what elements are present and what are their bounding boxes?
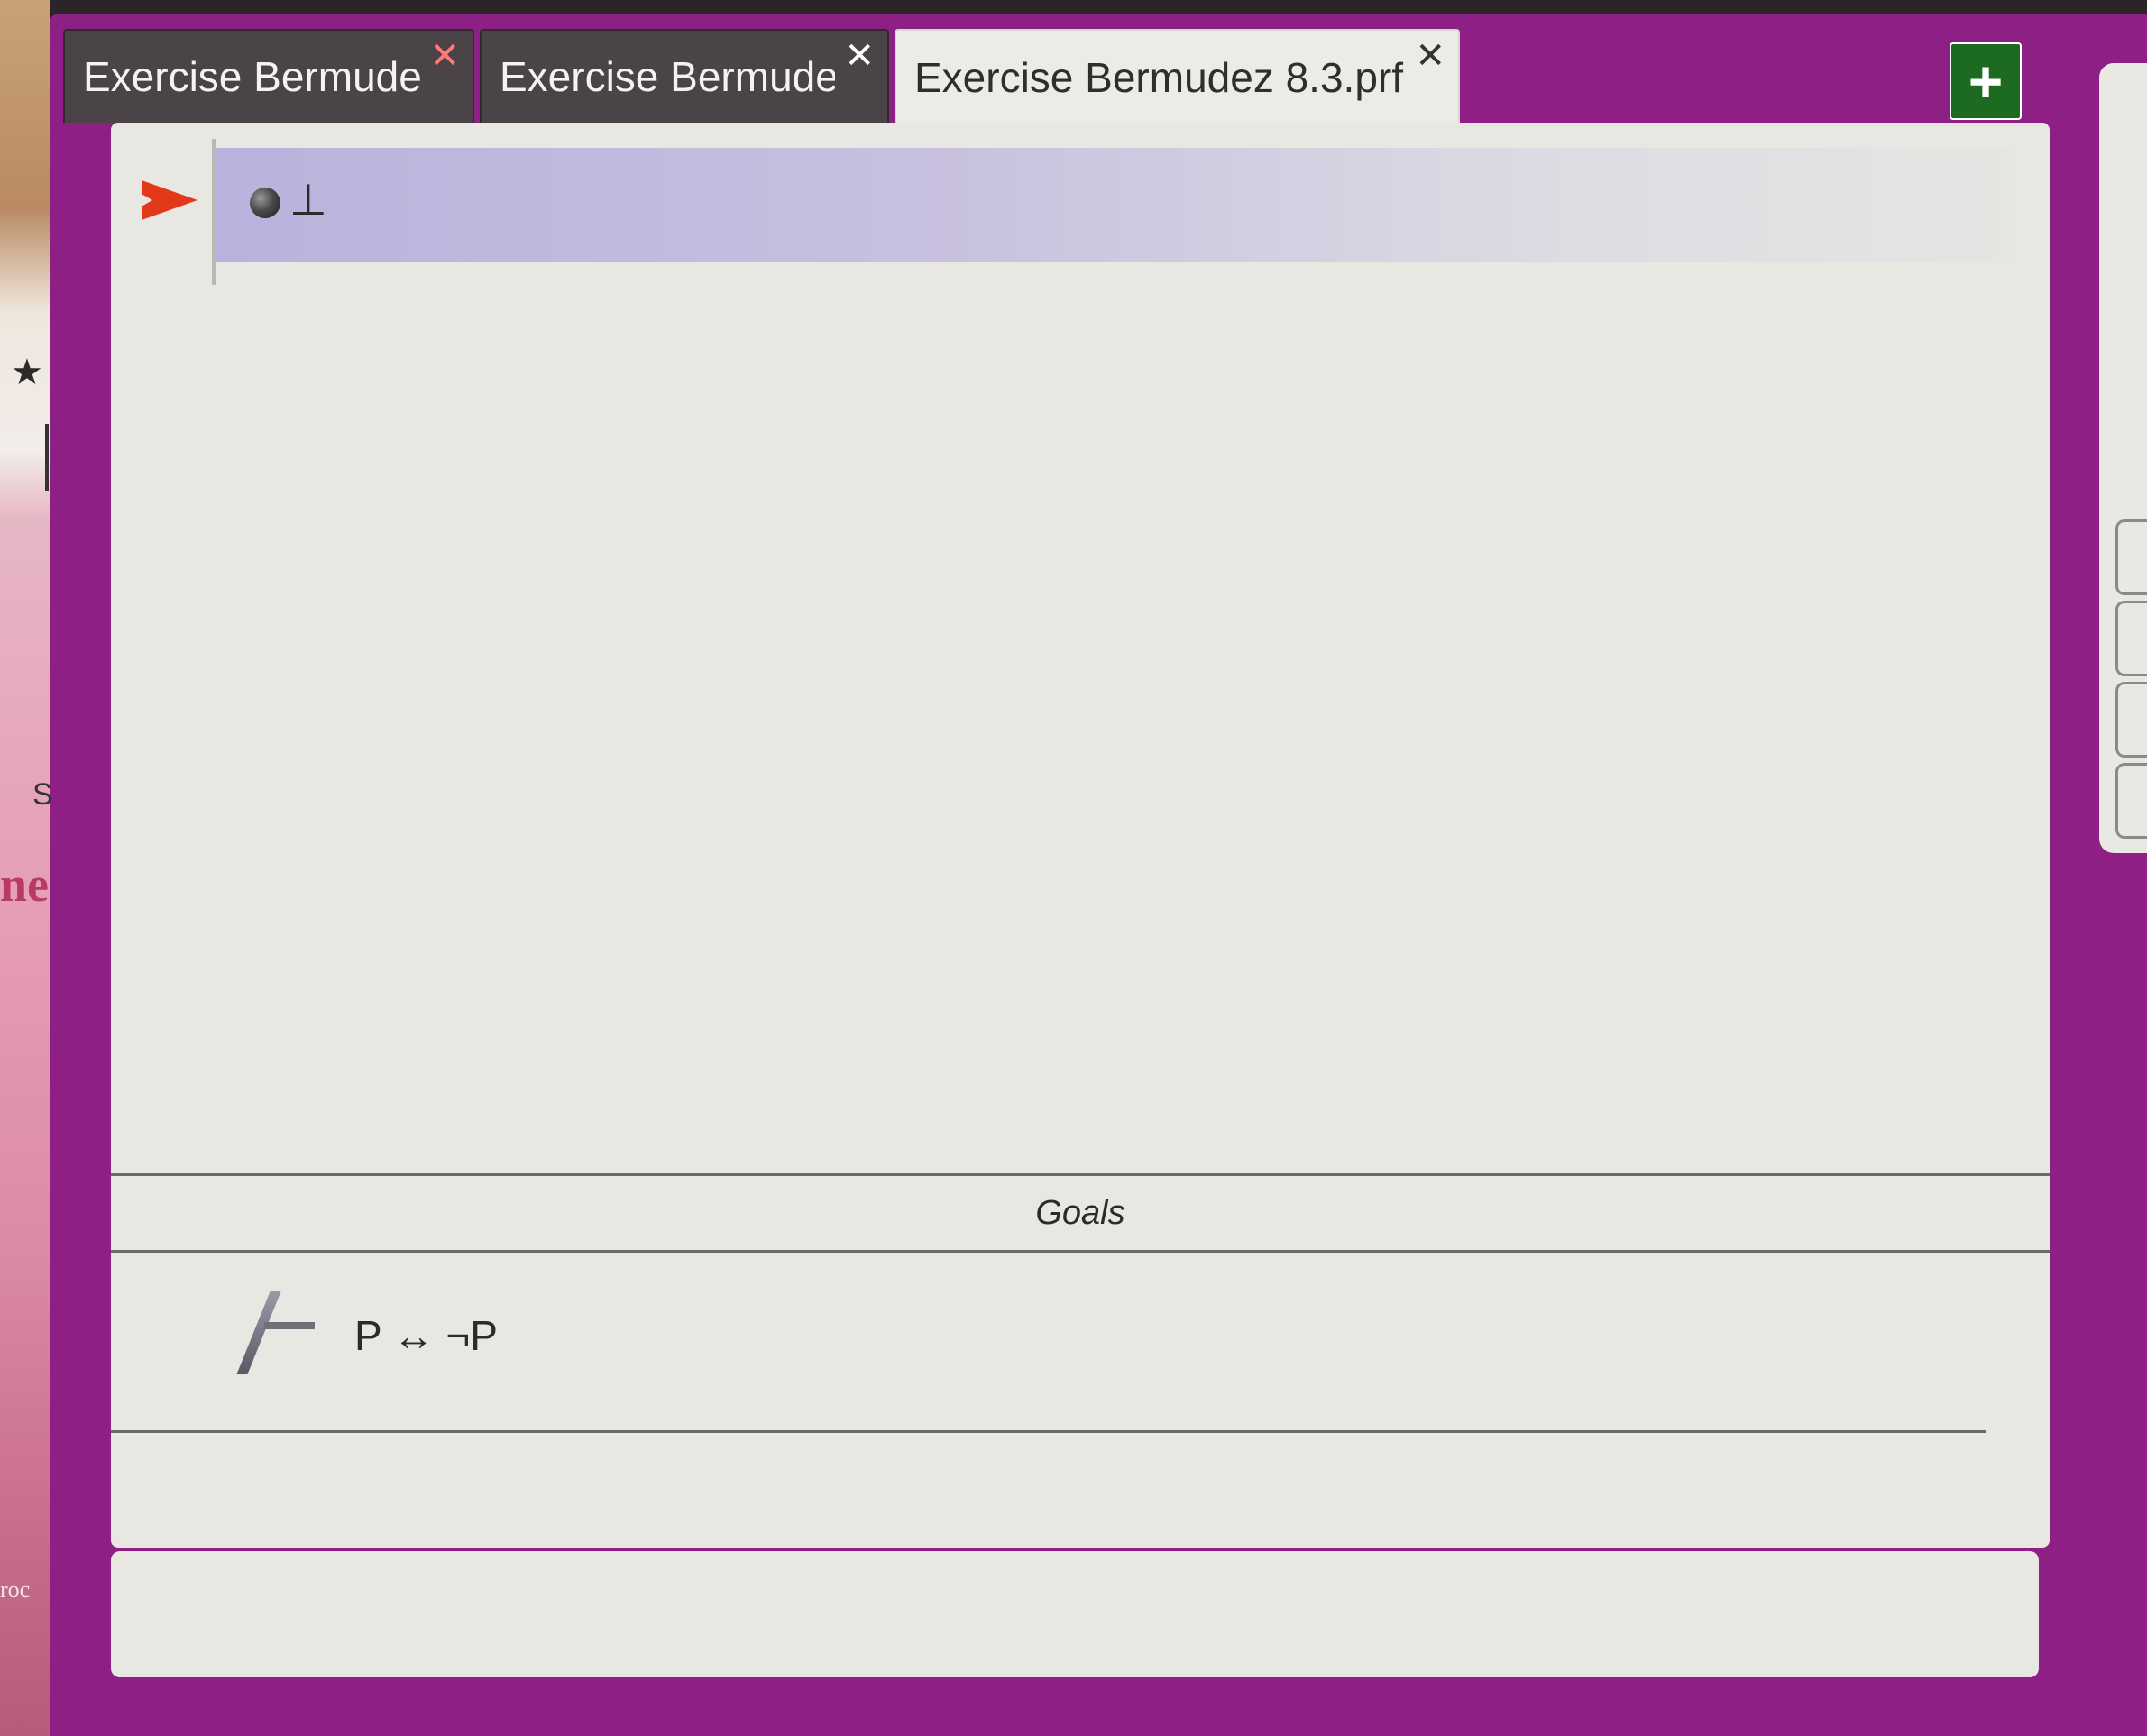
goals-divider <box>111 1430 1986 1433</box>
plus-icon: + <box>1968 48 2004 115</box>
screen-top-edge <box>0 0 2147 14</box>
line-bullet-icon <box>250 188 280 218</box>
tab-bar: Exercise Bermude ✕ Exercise Bermude ✕ Ex… <box>63 29 1460 124</box>
goals-header: Goals <box>111 1173 2050 1253</box>
close-icon[interactable]: ✕ <box>844 38 875 74</box>
tab-label: Exercise Bermude <box>83 53 420 100</box>
proof-line-1[interactable] <box>216 148 2010 262</box>
proof-line-formula[interactable]: ⊥ <box>289 175 327 225</box>
tab-exercise-bermudez-8-3[interactable]: Exercise Bermudez 8.3.prf ✕ <box>895 29 1460 124</box>
side-panel-divider <box>45 424 49 491</box>
proof-panel[interactable]: ⊥ Goals P ↔ ¬P <box>111 123 2050 1548</box>
pointer-notch <box>140 193 152 207</box>
side-panel <box>2099 63 2147 853</box>
turnstile-icon <box>228 1291 318 1382</box>
side-panel-label: S <box>32 777 53 812</box>
close-icon[interactable]: ✕ <box>429 38 460 74</box>
tab-label: Exercise Bermude <box>500 53 835 100</box>
rule-input-bar[interactable] <box>111 1551 2039 1677</box>
side-panel-button[interactable] <box>2115 682 2147 758</box>
side-panel-button[interactable] <box>2115 519 2147 595</box>
background-text-fragment: roc <box>0 1576 31 1603</box>
star-icon: ★ <box>11 353 43 392</box>
tab-label: Exercise Bermudez 8.3.prf <box>914 54 1404 101</box>
add-tab-button[interactable]: + <box>1950 42 2022 120</box>
background-text-fragment: ne <box>0 858 49 912</box>
close-icon[interactable]: ✕ <box>1415 38 1445 74</box>
tab-exercise-2[interactable]: Exercise Bermude ✕ <box>480 29 889 123</box>
side-panel-button[interactable] <box>2115 601 2147 676</box>
side-panel-button[interactable] <box>2115 763 2147 839</box>
goal-formula: P ↔ ¬P <box>354 1312 498 1359</box>
background-window: ★ ne roc <box>0 0 50 1736</box>
goals-title: Goals <box>1035 1193 1125 1232</box>
tab-exercise-1[interactable]: Exercise Bermude ✕ <box>63 29 474 123</box>
